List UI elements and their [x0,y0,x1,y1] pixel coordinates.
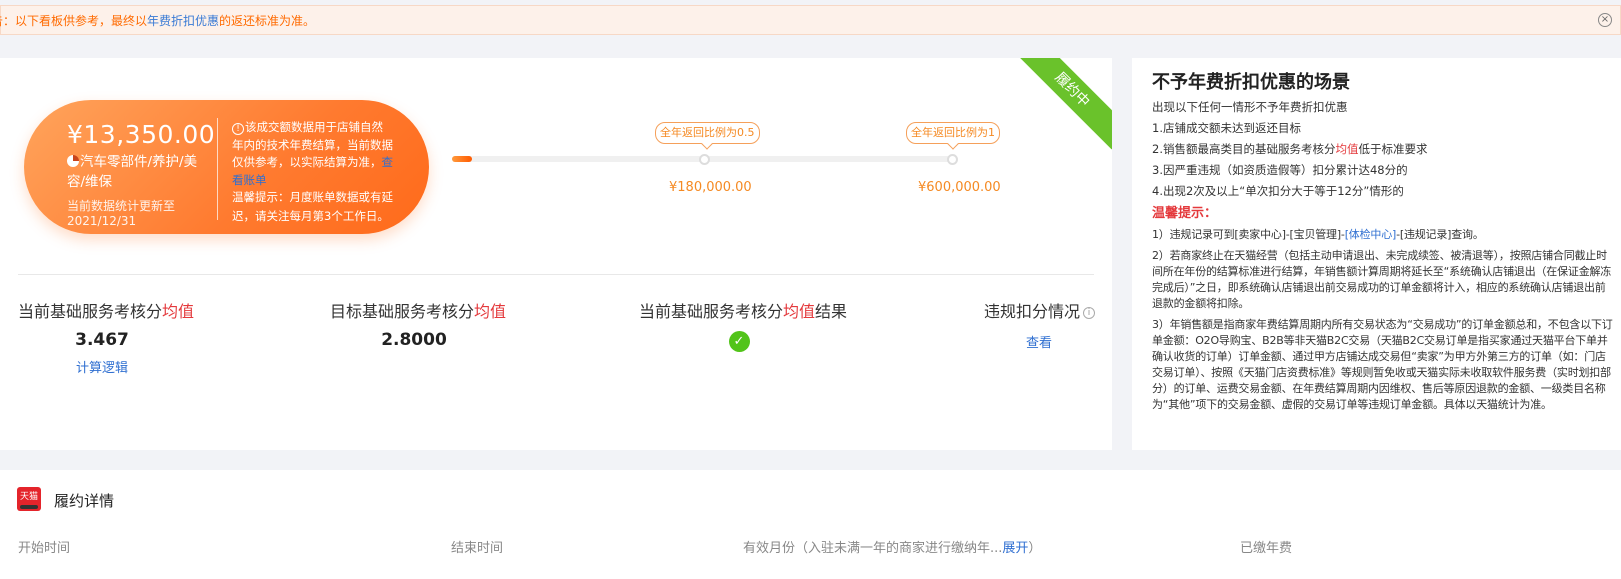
notes-list: 1）违规记录可到[卖家中心]-[宝贝管理]-[体检中心]-[违规记录]查询。 2… [1152,227,1621,413]
target-score-value: 2.8000 [381,330,447,350]
view-violation-link[interactable]: 查看 [984,332,1094,351]
pill-divider [217,118,218,220]
target-score-metric: 目标基础服务考核分均值 2.8000 [330,298,507,350]
rules-subtitle: 出现以下任何一情形不予年费折扣优惠 [1152,100,1348,114]
tmall-logo-icon: 天猫 [17,487,41,511]
sales-progress-fill [452,156,473,162]
sales-summary-pill: ¥13,350.00 汽车零部件/养护/美容/维保 当前数据统计更新至 2021/… [24,100,429,234]
rule-item: 4.出现2次及以上“单次扣分大于等于12分”情形的 [1152,184,1404,198]
milestone-amount-1: ¥180,000.00 [669,180,752,195]
status-ribbon: 履约中 [1012,58,1112,150]
milestone-node-2 [947,154,958,165]
milestone-node-1 [699,154,710,165]
target-score-label: 目标基础服务考核分均值 [330,302,507,321]
score-result-label: 当前基础服务考核分均值结果 [639,302,848,321]
notice-text: 告：以下看板供参考，最终以年费折扣优惠的返还标准为准。 [0,13,316,28]
rule-item: 3.因严重违规（如资质造假等）扣分累计达48分的 [1152,163,1408,177]
milestone-bubble-2: 全年返回比例为1 [906,122,1000,144]
violation-metric: 违规扣分情况 i 查看 [984,298,1096,351]
current-score-metric: 当前基础服务考核分均值 3.467 计算逻辑 [18,298,195,376]
note-item: 3）年销售额是指商家年费结算周期内所有交易状态为“交易成功”的订单金额总和，不包… [1152,318,1613,411]
col-paid-fee: 已缴年费 [1240,541,1293,556]
pie-chart-icon [67,155,79,167]
notice-bar: 告：以下看板供参考，最终以年费折扣优惠的返还标准为准。 × [0,5,1621,35]
score-result-metric: 当前基础服务考核分均值结果 ✓ [639,298,848,352]
warm-tip-title: 温馨提示： [1152,206,1218,221]
contract-detail-card: 天猫 履约详情 开始时间 结束时间 有效月份（入驻未满一年的商家进行缴纳年...… [0,470,1621,579]
update-time: 当前数据统计更新至 2021/12/31 [67,199,176,228]
rule-item: 2.销售额最高类目的基础服务考核分均值低于标准要求 [1152,142,1428,156]
rules-title: 不予年费折扣优惠的场景 [1152,72,1350,93]
rebate-overview-card: 履约中 ¥13,350.00 汽车零部件/养护/美容/维保 当前数据统计更新至 2… [0,58,1112,450]
col-valid-months: 有效月份（入驻未满一年的商家进行缴纳年...展开） [743,541,1042,556]
milestone-amount-2: ¥600,000.00 [918,180,1001,195]
info-circle-icon: ! [232,123,244,135]
no-discount-rules-card: 不予年费折扣优惠的场景 出现以下任何一情形不予年费折扣优惠 1.店铺成交额未达到… [1132,58,1621,450]
col-start-time: 开始时间 [18,541,71,556]
health-center-link[interactable]: [体检中心] [1345,228,1397,241]
question-circle-icon[interactable]: i [1083,307,1096,319]
current-score-label: 当前基础服务考核分均值 [18,302,195,321]
violation-label: 违规扣分情况 i [984,298,1096,322]
note-item: 1）违规记录可到[卖家中心]-[宝贝管理]-[体检中心]-[违规记录]查询。 [1152,228,1484,241]
check-circle-icon: ✓ [728,331,750,352]
rule-item: 1.店铺成交额未达到返还目标 [1152,121,1301,135]
col-end-time: 结束时间 [451,541,504,556]
sales-description: ! 该成交额数据用于店铺自然年内的技术年费结算，当前数据仅供参考，以实际结算为准，… [232,120,393,187]
category-label: 汽车零部件/养护/美容/维保 [67,154,198,190]
sales-amount: ¥13,350.00 [67,120,216,149]
current-score-value: 3.467 [75,330,129,350]
calc-logic-link[interactable]: 计算逻辑 [18,357,186,376]
section-divider [18,274,1094,275]
milestone-bubble-1: 全年返回比例为0.5 [655,122,760,144]
notice-highlight: 年费折扣优惠 [147,13,220,28]
contract-detail-title: 履约详情 [54,492,115,510]
rules-list: 1.店铺成交额未达到返还目标 2.销售额最高类目的基础服务考核分均值低于标准要求… [1152,121,1621,198]
close-circle-icon[interactable]: × [1598,13,1612,27]
expand-link[interactable]: 展开 [1002,541,1028,556]
note-item: 2）若商家终止在天猫经营（包括主动申请退出、未完成续签、被清退等），按照店铺合同… [1152,249,1612,310]
